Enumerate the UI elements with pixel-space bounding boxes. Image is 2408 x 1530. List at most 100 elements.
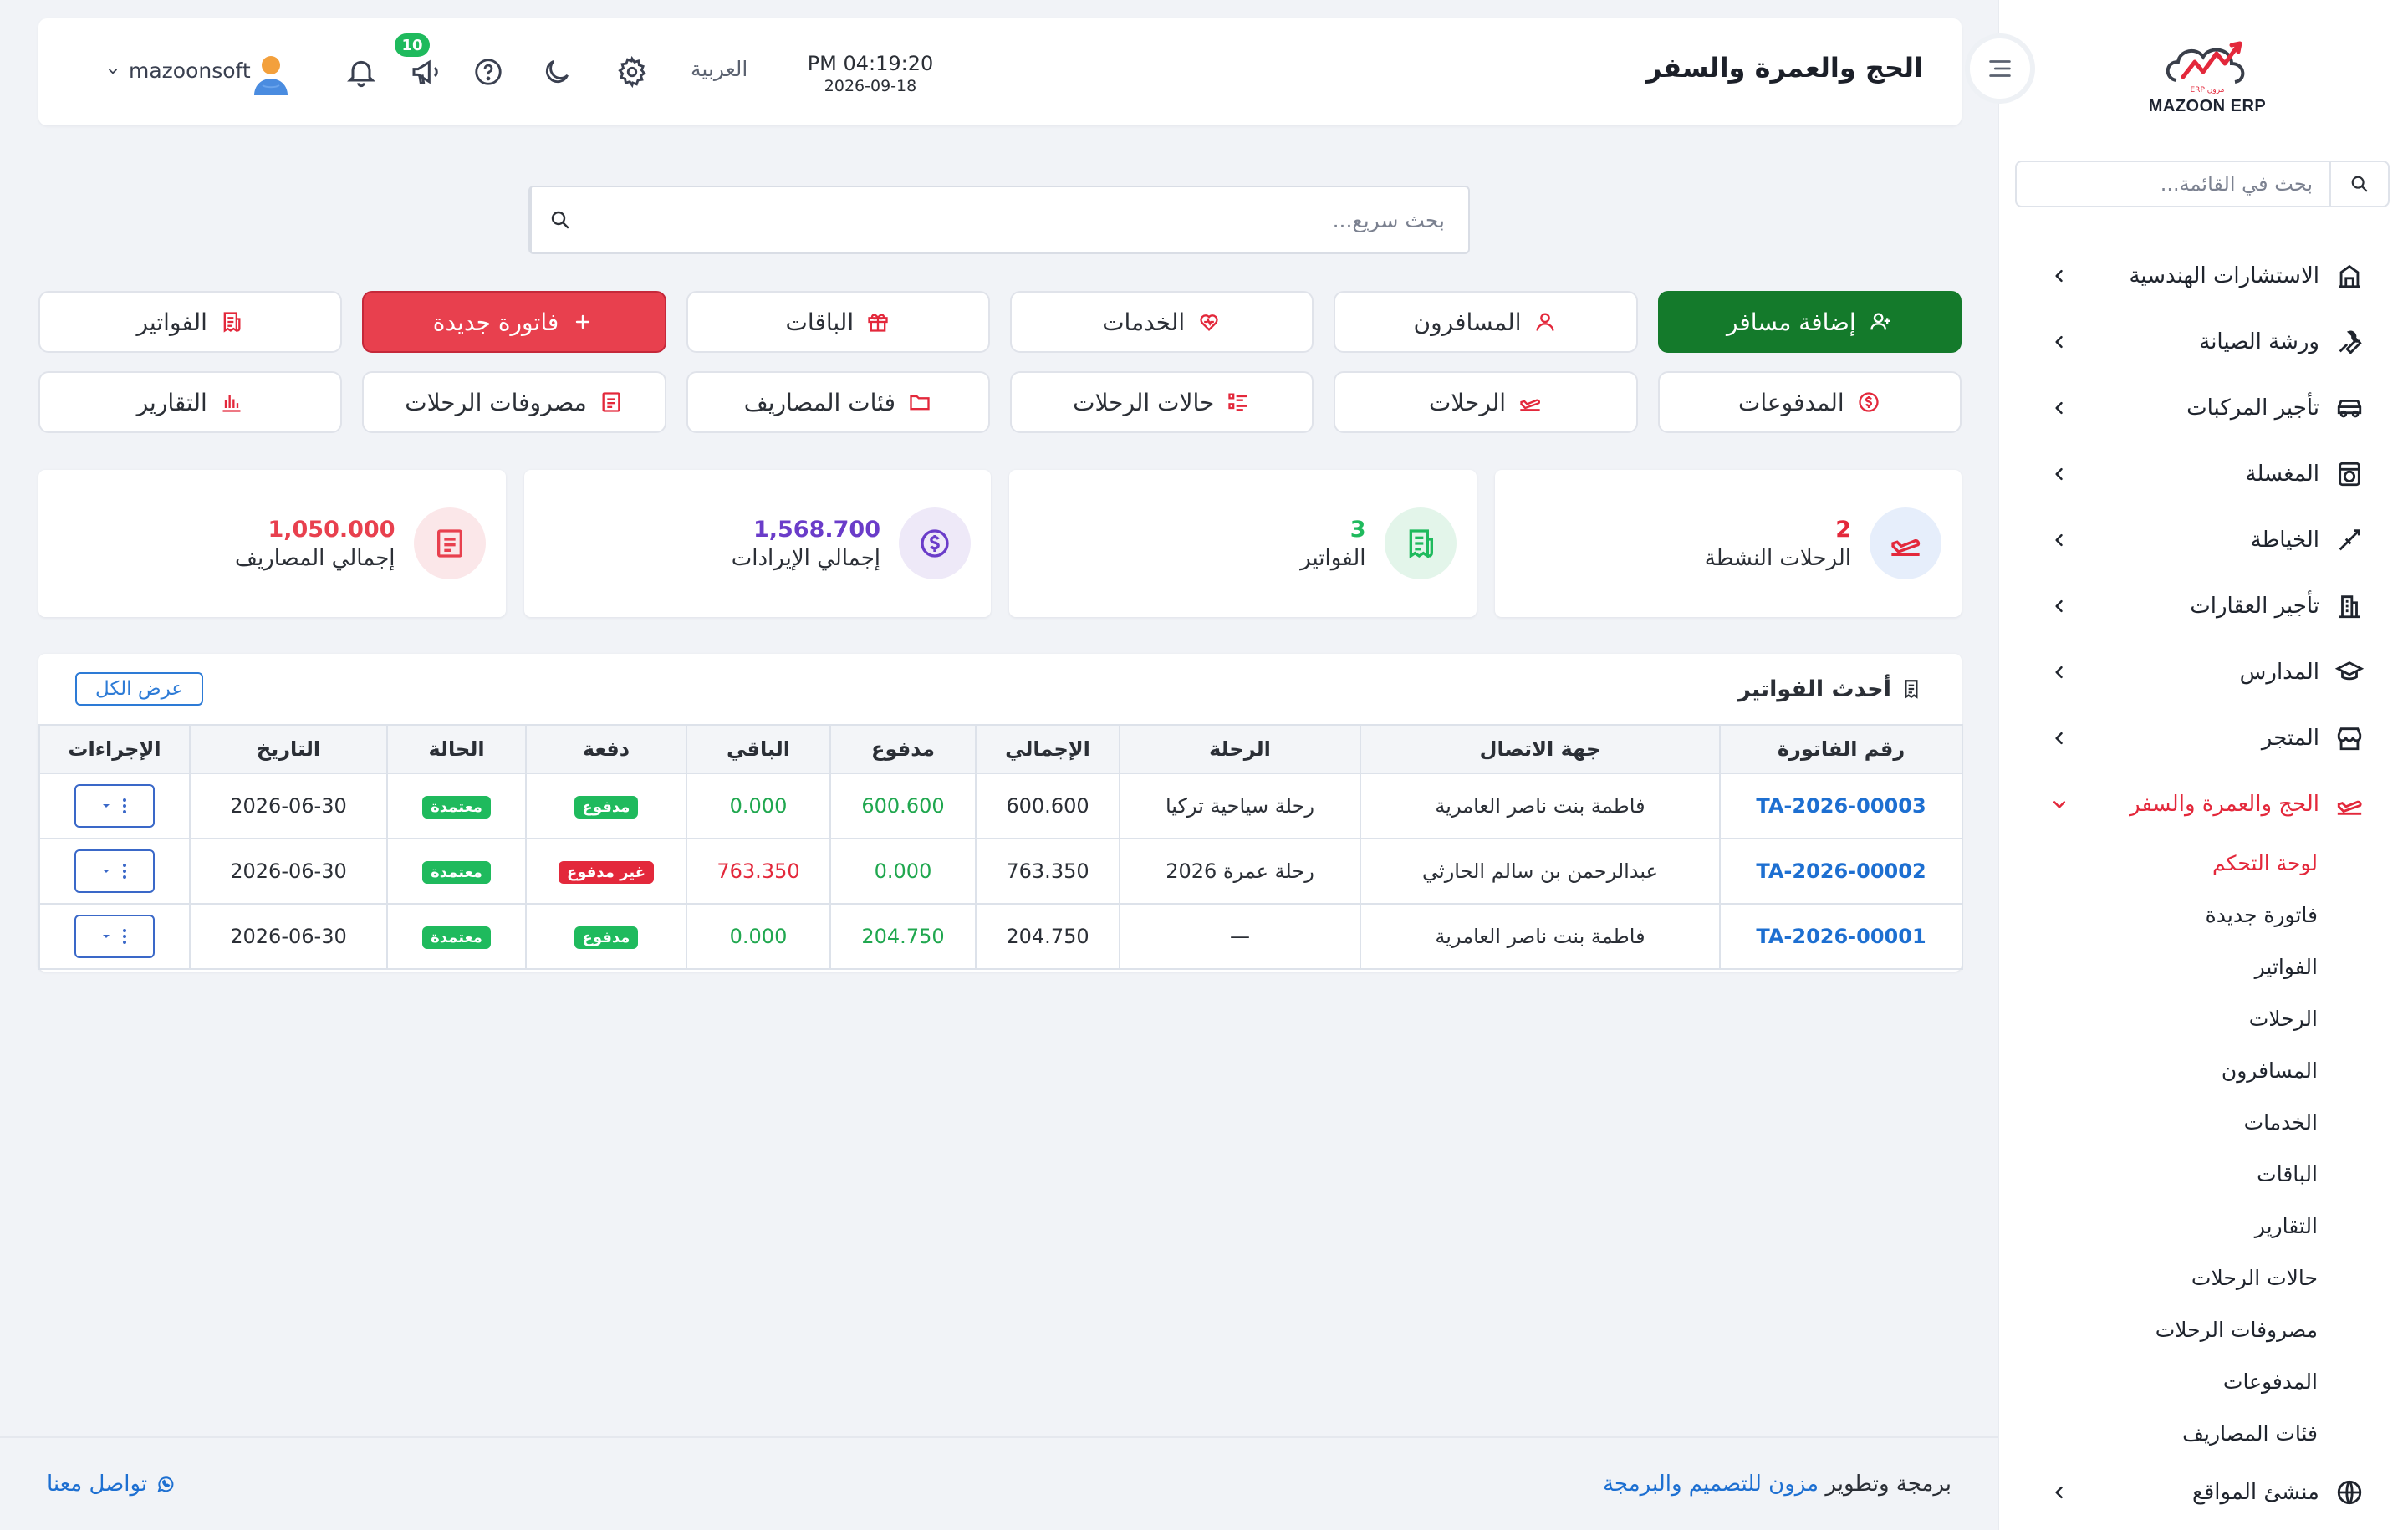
packages-label: الباقات	[785, 308, 855, 336]
help-button[interactable]	[468, 52, 508, 92]
chevron-left-icon	[2048, 463, 2070, 485]
gear-icon	[618, 56, 646, 88]
column-header: دفعة	[525, 724, 687, 774]
sidebar-item-website-builder[interactable]: منشئ المواقع	[1999, 1459, 2408, 1525]
sidebar-item-real-estate[interactable]: تأجير العقارات	[1999, 573, 2408, 639]
stat-label: إجمالي المصاريف	[235, 545, 395, 571]
invoices-button[interactable]: الفواتير	[38, 291, 343, 353]
sidebar-item-label: الخياطة	[2250, 527, 2319, 553]
sidebar-subitem-trip-statuses[interactable]: حالات الرحلات	[1999, 1252, 2408, 1303]
add-traveler-button[interactable]: إضافة مسافر	[1657, 291, 1962, 353]
user-plus-icon	[1868, 309, 1893, 334]
sidebar-subitem-travelers[interactable]: المسافرون	[1999, 1044, 2408, 1096]
column-header: الإجراءات	[38, 724, 191, 774]
sidebar-subitem-payments[interactable]: المدفوعات	[1999, 1355, 2408, 1407]
trip-expenses-button[interactable]: مصروفات الرحلات	[362, 371, 666, 433]
sidebar-subitem-expense-categories[interactable]: فئات المصاريف	[1999, 1407, 2408, 1459]
sidebar-item-schools[interactable]: المدارس	[1999, 639, 2408, 705]
quick-search-button[interactable]	[530, 187, 589, 252]
coin-icon	[899, 507, 971, 579]
sidebar-subitem-new-invoice[interactable]: فاتورة جديدة	[1999, 889, 2408, 941]
sidebar-subitem-packages[interactable]: الباقات	[1999, 1148, 2408, 1200]
globe-icon	[2333, 1476, 2366, 1509]
sidebar-item-tailoring[interactable]: الخياطة	[1999, 507, 2408, 573]
sidebar-item-engineering[interactable]: الاستشارات الهندسية	[1999, 242, 2408, 309]
kebab-icon	[123, 798, 126, 813]
sidebar-subitem-trip-expenses[interactable]: مصروفات الرحلات	[1999, 1303, 2408, 1355]
language-switch[interactable]: العربية	[691, 57, 747, 81]
car-icon	[2333, 391, 2366, 425]
dark-mode-button[interactable]	[537, 52, 577, 92]
row-actions-dropdown[interactable]	[74, 784, 155, 828]
sidebar-subitem-invoices[interactable]: الفواتير	[1999, 941, 2408, 992]
payments-button[interactable]: المدفوعات	[1657, 371, 1962, 433]
services-button[interactable]: الخدمات	[1010, 291, 1314, 353]
reports-button[interactable]: التقارير	[38, 371, 343, 433]
trip-statuses-label: حالات الرحلات	[1073, 388, 1215, 416]
sidebar-item-label: منشئ المواقع	[2191, 1479, 2319, 1505]
contact-cell: فاطمة بنت ناصر العامرية	[1360, 903, 1721, 970]
stat-value: 3	[1349, 516, 1366, 543]
invoice-number-link[interactable]: TA-2026-00003	[1719, 773, 1963, 839]
quick-actions: إضافة مسافر المسافرون الخدمات الباقات فا…	[38, 291, 1962, 433]
sidebar-search-input[interactable]	[2017, 162, 2329, 206]
receipt-icon	[1905, 680, 1918, 699]
question-icon	[475, 59, 502, 85]
sidebar-subitem-services[interactable]: الخدمات	[1999, 1096, 2408, 1148]
sidebar-item-store[interactable]: المتجر	[1999, 705, 2408, 771]
view-all-button[interactable]: عرض الكل	[75, 672, 204, 706]
caret-down-icon	[103, 870, 110, 873]
sidebar-item-hajj-travel[interactable]: الحج والعمرة والسفر	[1999, 771, 2408, 837]
reports-label: التقارير	[136, 388, 207, 416]
travelers-button[interactable]: المسافرون	[1334, 291, 1638, 353]
sidebar-subitem-trips[interactable]: الرحلات	[1999, 992, 2408, 1044]
payment-cell: مدفوع	[525, 773, 687, 839]
settings-button[interactable]	[612, 52, 652, 92]
trips-button[interactable]: الرحلات	[1334, 371, 1638, 433]
row-actions-dropdown[interactable]	[74, 849, 155, 893]
contact-us-link[interactable]: تواصل معنا	[47, 1471, 176, 1497]
user-menu[interactable]: mazoonsoft	[107, 59, 251, 83]
packages-button[interactable]: الباقات	[686, 291, 990, 353]
clock-date: 2026-09-18	[824, 77, 917, 95]
heart-pulse-icon	[1196, 309, 1222, 334]
logo-subtext: ERP مزون	[2191, 86, 2225, 94]
chevron-left-icon	[2048, 661, 2070, 683]
app-logo[interactable]: ERP مزون MAZOON ERP	[2124, 30, 2291, 122]
clock-time: PM 04:19:20	[807, 52, 934, 75]
sidebar-subitem-dashboard[interactable]: لوحة التحكم	[1999, 837, 2408, 889]
user-icon	[1533, 309, 1558, 334]
expense-categories-button[interactable]: فئات المصاريف	[686, 371, 990, 433]
paid-cell: 204.750	[829, 903, 977, 970]
sidebar-toggle-button[interactable]	[1965, 33, 2035, 104]
search-icon	[2351, 176, 2368, 192]
invoice-number-link[interactable]: TA-2026-00002	[1719, 838, 1963, 905]
announcements-button[interactable]	[406, 52, 446, 92]
latest-invoices-panel: أحدث الفواتير عرض الكل رقم الفاتورة جهة …	[38, 654, 1963, 972]
folder-icon	[907, 390, 932, 415]
footer-credit-link[interactable]: مزون للتصميم والبرمجة	[1603, 1471, 1819, 1497]
status-cell: معتمدة	[386, 773, 527, 839]
plane-icon	[2333, 788, 2366, 821]
username: mazoonsoft	[129, 59, 251, 83]
megaphone-icon	[412, 59, 438, 84]
quick-search-input[interactable]	[589, 187, 1468, 252]
new-invoice-button[interactable]: فاتورة جديدة	[362, 291, 666, 353]
sidebar-item-workshop[interactable]: ورشة الصيانة	[1999, 309, 2408, 375]
avatar[interactable]	[247, 50, 294, 97]
sidebar-item-label: المغسلة	[2245, 461, 2319, 487]
sidebar-subitem-reports[interactable]: التقارير	[1999, 1200, 2408, 1252]
expense-categories-label: فئات المصاريف	[743, 388, 895, 416]
sidebar-item-laundry[interactable]: المغسلة	[1999, 441, 2408, 507]
trip-statuses-button[interactable]: حالات الرحلات	[1010, 371, 1314, 433]
invoice-number-link[interactable]: TA-2026-00001	[1719, 903, 1963, 970]
sidebar-search-button[interactable]	[2329, 162, 2388, 206]
payment-badge: مدفوع	[574, 926, 639, 949]
row-actions-dropdown[interactable]	[74, 915, 155, 958]
menu-icon	[1989, 60, 2011, 77]
sidebar-item-vehicle-rental[interactable]: تأجير المركبات	[1999, 375, 2408, 441]
chevron-down-icon	[2048, 793, 2070, 815]
invoices-table: رقم الفاتورة جهة الاتصال الرحلة الإجمالي…	[38, 724, 1963, 970]
trip-cell: رحلة عمرة 2026	[1119, 838, 1361, 905]
notifications-button[interactable]	[341, 52, 381, 92]
